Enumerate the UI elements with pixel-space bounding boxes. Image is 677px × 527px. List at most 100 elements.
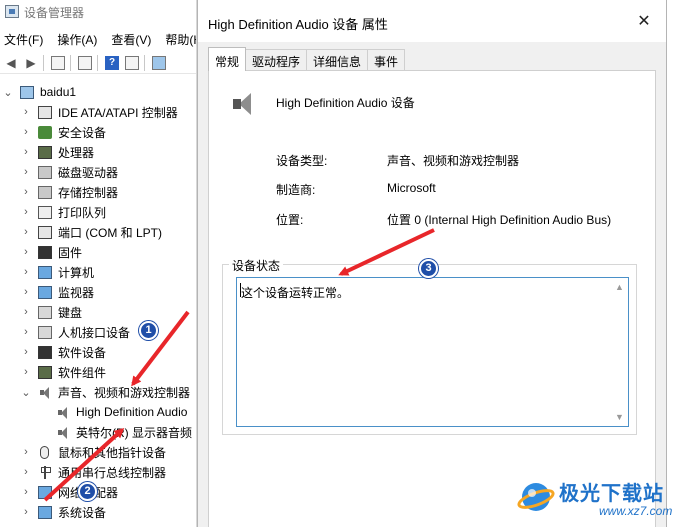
menu-view[interactable]: 查看(V) — [107, 28, 155, 50]
tree-item-label: 通用串行总线控制器 — [58, 465, 167, 480]
speaker-icon — [56, 406, 70, 419]
network-adapter-icon — [38, 485, 52, 499]
tree-item-system[interactable]: › 系统设备 — [20, 502, 106, 522]
tree-item-software-component[interactable]: › 软件组件 — [20, 362, 106, 382]
scan-monitor-icon[interactable] — [150, 54, 168, 72]
properties-icon[interactable] — [49, 54, 67, 72]
tree-item-printer[interactable]: › 打印队列 — [20, 202, 106, 222]
device-list-icon[interactable] — [123, 54, 141, 72]
dialog-titlebar: High Definition Audio 设备 属性 ✕ — [198, 0, 666, 42]
chevron-right-icon[interactable]: › — [20, 326, 32, 338]
scroll-up-icon[interactable]: ▲ — [615, 282, 624, 292]
menu-file[interactable]: 文件(F) — [0, 28, 47, 50]
chevron-right-icon[interactable]: › — [20, 246, 32, 258]
toolbar: ◀ ▶ ? — [0, 52, 200, 74]
tree-item-hd-audio[interactable]: High Definition Audio — [56, 402, 187, 422]
chevron-right-icon[interactable]: › — [20, 466, 32, 478]
tree-item-network[interactable]: › 网络适配器 — [20, 482, 118, 502]
printer-icon — [38, 205, 52, 219]
tab-driver[interactable]: 驱动程序 — [245, 49, 308, 71]
computer-icon — [20, 85, 34, 99]
tree-root-label: baidu1 — [40, 85, 77, 99]
tree-item-firmware[interactable]: › 固件 — [20, 242, 82, 262]
speaker-icon — [38, 386, 52, 399]
tree-item-label: 磁盘驱动器 — [58, 165, 119, 180]
monitor-icon — [38, 285, 52, 299]
general-tab-panel: High Definition Audio 设备 设备类型: 声音、视频和游戏控… — [208, 70, 656, 527]
tree-item-software-device[interactable]: › 软件设备 — [20, 342, 106, 362]
firmware-icon — [38, 245, 52, 259]
device-status-label: 设备状态 — [229, 257, 284, 274]
toolbar-divider — [97, 54, 98, 71]
chevron-right-icon[interactable]: › — [20, 286, 32, 298]
chevron-right-icon[interactable]: › — [20, 146, 32, 158]
tree-item-label: 鼠标和其他指针设备 — [58, 445, 167, 460]
chevron-right-icon[interactable]: › — [20, 486, 32, 498]
toolbar-divider — [43, 54, 44, 71]
tree-item-hid[interactable]: › 人机接口设备 — [20, 322, 130, 342]
tree-item-keyboard[interactable]: › 键盘 — [20, 302, 82, 322]
tree-item-sound[interactable]: ⌄ 声音、视频和游戏控制器 — [20, 382, 190, 402]
tree-item-intel-display-audio[interactable]: 英特尔(R) 显示器音频 — [56, 422, 192, 442]
tree-item-disk[interactable]: › 磁盘驱动器 — [20, 162, 118, 182]
back-icon[interactable]: ◀ — [2, 54, 20, 72]
close-icon[interactable]: ✕ — [634, 12, 654, 32]
tree-root[interactable]: ⌄ baidu1 — [2, 82, 76, 102]
menu-action[interactable]: 操作(A) — [53, 28, 101, 50]
tab-general[interactable]: 常规 — [208, 47, 247, 71]
tree-item-label: High Definition Audio — [76, 405, 188, 419]
tree-item-label: 监视器 — [58, 285, 95, 300]
tab-events[interactable]: 事件 — [367, 49, 406, 71]
tree-item-label: 端口 (COM 和 LPT) — [58, 225, 162, 240]
chevron-right-icon[interactable]: › — [20, 366, 32, 378]
chevron-right-icon[interactable]: › — [20, 106, 32, 118]
tree-item-processor[interactable]: › 处理器 — [20, 142, 94, 162]
help-icon[interactable]: ? — [103, 54, 121, 72]
tree-item-label: 固件 — [58, 245, 83, 260]
tree-item-storage[interactable]: › 存储控制器 — [20, 182, 118, 202]
chevron-right-icon[interactable]: › — [20, 126, 32, 138]
tree-item-label: 软件组件 — [58, 365, 107, 380]
chevron-right-icon[interactable]: › — [20, 186, 32, 198]
watermark-name: 极光下载站 — [559, 483, 664, 505]
list-icon[interactable] — [76, 54, 94, 72]
tree-item-label: 声音、视频和游戏控制器 — [58, 385, 191, 400]
manufacturer-value: Microsoft — [387, 181, 436, 195]
tree-item-ide[interactable]: › IDE ATA/ATAPI 控制器 — [20, 102, 178, 122]
security-device-icon — [38, 125, 52, 139]
tree-item-ports[interactable]: › 端口 (COM 和 LPT) — [20, 222, 162, 242]
chevron-right-icon[interactable]: › — [20, 346, 32, 358]
tree-item-label: 安全设备 — [58, 125, 107, 140]
scroll-down-icon[interactable]: ▼ — [615, 412, 624, 422]
computer-icon — [38, 265, 52, 279]
storage-controller-icon — [38, 185, 52, 199]
chevron-right-icon[interactable]: › — [20, 206, 32, 218]
tab-details[interactable]: 详细信息 — [306, 49, 369, 71]
chevron-right-icon[interactable]: › — [20, 306, 32, 318]
chevron-right-icon[interactable]: › — [20, 226, 32, 238]
tree-item-label: 打印队列 — [58, 205, 107, 220]
speaker-icon — [227, 89, 255, 117]
tree-item-usb[interactable]: › 通用串行总线控制器 — [20, 462, 166, 482]
forward-icon[interactable]: ▶ — [22, 54, 40, 72]
processor-icon — [38, 145, 52, 159]
location-label: 位置: — [276, 213, 304, 227]
chevron-right-icon[interactable]: › — [20, 166, 32, 178]
tree-item-security[interactable]: › 安全设备 — [20, 122, 106, 142]
device-manager-icon — [5, 5, 19, 18]
tree-item-computer[interactable]: › 计算机 — [20, 262, 94, 282]
chevron-right-icon[interactable]: › — [20, 446, 32, 458]
chevron-right-icon[interactable]: › — [20, 506, 32, 518]
chevron-down-icon[interactable]: ⌄ — [2, 86, 14, 99]
port-icon — [38, 225, 52, 239]
scrollbar[interactable]: ▲ ▼ — [611, 278, 628, 426]
tree-item-mouse[interactable]: › 鼠标和其他指针设备 — [20, 442, 166, 462]
location-value: 位置 0 (Internal High Definition Audio Bus… — [387, 213, 612, 227]
device-status-textbox[interactable]: 这个设备运转正常。 ▲ ▼ — [236, 277, 629, 427]
chevron-right-icon[interactable]: › — [20, 266, 32, 278]
tree-item-monitor[interactable]: › 监视器 — [20, 282, 94, 302]
device-type-label: 设备类型: — [276, 154, 328, 168]
chevron-down-icon[interactable]: ⌄ — [20, 386, 32, 399]
device-name: High Definition Audio 设备 — [276, 96, 415, 110]
usb-icon — [38, 465, 52, 479]
